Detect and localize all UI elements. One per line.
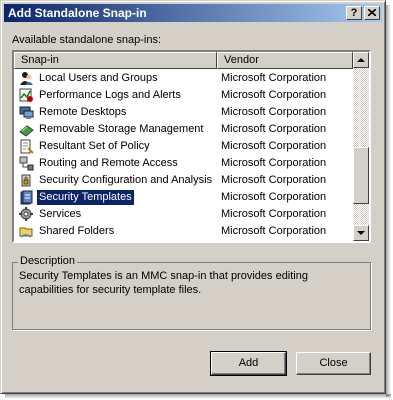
performance-icon — [19, 88, 33, 102]
list-item-vendor: Microsoft Corporation — [221, 174, 327, 186]
list-item-vendor: Microsoft Corporation — [221, 208, 327, 220]
window-title: Add Standalone Snap-in — [8, 6, 147, 20]
available-snapins-label: Available standalone snap-ins: — [12, 34, 162, 46]
list-item-name: Local Users and Groups — [39, 72, 158, 84]
policy-icon — [20, 139, 34, 154]
column-header-vendor[interactable]: Vendor — [217, 52, 353, 69]
list-item-vendor: Microsoft Corporation — [221, 157, 327, 169]
scroll-down-button[interactable] — [353, 225, 369, 241]
list-item[interactable]: Removable Storage Management Microsoft C… — [14, 121, 353, 138]
list-item-selected[interactable]: Security Templates Microsoft Corporation — [14, 189, 353, 206]
column-header-snapin[interactable]: Snap-in — [14, 52, 217, 69]
routing-icon — [19, 156, 34, 171]
list-item-vendor: Microsoft Corporation — [221, 89, 327, 101]
removable-storage-icon — [19, 125, 34, 137]
list-item[interactable]: Services Microsoft Corporation — [14, 206, 353, 223]
vertical-scrollbar[interactable] — [353, 52, 369, 241]
close-window-button[interactable] — [364, 6, 380, 20]
list-item-vendor: Microsoft Corporation — [221, 72, 327, 84]
list-item-vendor: Microsoft Corporation — [221, 123, 327, 135]
snapin-list[interactable]: Snap-in Vendor Local Users and Groups Mi… — [12, 50, 371, 243]
list-item-name: Resultant Set of Policy — [39, 140, 150, 152]
scroll-up-button[interactable] — [353, 52, 369, 68]
window-shadow-right — [386, 5, 391, 397]
description-text: Security Templates is an MMC snap-in tha… — [19, 270, 308, 296]
add-button-label: Add — [238, 357, 259, 369]
close-icon — [367, 8, 377, 17]
help-button[interactable]: ? — [346, 6, 362, 20]
list-item[interactable]: Local Users and Groups Microsoft Corpora… — [14, 70, 353, 87]
list-item[interactable]: Security Configuration and Analysis Micr… — [14, 172, 353, 189]
close-button-label: Close — [319, 357, 348, 369]
window-shadow-bottom — [5, 394, 391, 399]
users-icon — [20, 72, 33, 85]
list-item-name: Security Templates — [36, 189, 135, 206]
list-item-name: Routing and Remote Access — [39, 157, 178, 169]
arrow-up-icon — [357, 58, 365, 62]
snapin-list-body: Snap-in Vendor Local Users and Groups Mi… — [14, 52, 353, 241]
list-item-name: Shared Folders — [39, 225, 115, 237]
services-icon — [19, 207, 33, 221]
list-item[interactable]: Remote Desktops Microsoft Corporation — [14, 104, 353, 121]
list-item-vendor: Microsoft Corporation — [221, 225, 327, 237]
close-button[interactable]: Close — [296, 352, 371, 375]
list-item-vendor: Microsoft Corporation — [221, 191, 327, 203]
add-button[interactable]: Add — [210, 351, 287, 376]
list-item-vendor: Microsoft Corporation — [221, 106, 327, 118]
list-item[interactable]: Routing and Remote Access Microsoft Corp… — [14, 155, 353, 172]
remote-desktop-icon — [19, 106, 34, 119]
security-config-icon — [21, 174, 31, 187]
security-templates-icon — [20, 190, 33, 205]
list-item-name: Remote Desktops — [39, 106, 127, 118]
arrow-down-icon — [357, 231, 365, 235]
list-item-name: Services — [39, 208, 82, 220]
list-item-name: Security Configuration and Analysis — [39, 174, 213, 186]
list-item[interactable]: Shared Folders Microsoft Corporation — [14, 223, 353, 240]
description-legend: Description — [18, 255, 78, 267]
title-bar[interactable]: Add Standalone Snap-in ? — [4, 4, 382, 22]
list-item-vendor: Microsoft Corporation — [221, 140, 327, 152]
list-item-name: Performance Logs and Alerts — [39, 89, 181, 101]
scroll-thumb[interactable] — [353, 147, 369, 204]
list-item[interactable]: Performance Logs and Alerts Microsoft Co… — [14, 87, 353, 104]
list-item[interactable]: Resultant Set of Policy Microsoft Corpor… — [14, 138, 353, 155]
shared-folder-icon — [19, 227, 33, 238]
list-item-name: Removable Storage Management — [39, 123, 204, 135]
